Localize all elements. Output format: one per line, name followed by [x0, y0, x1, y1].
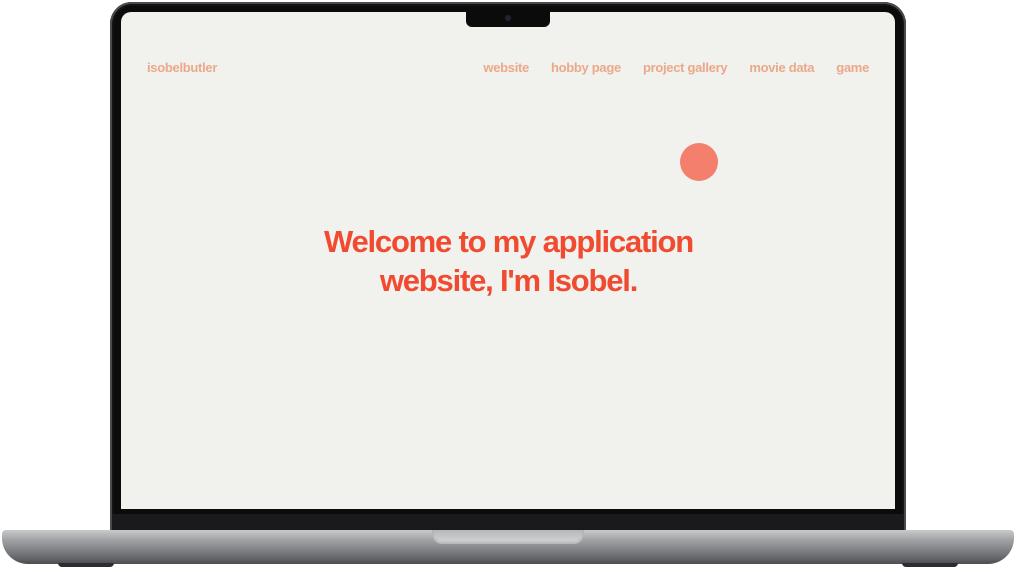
laptop-foot-right	[902, 563, 958, 567]
nav-link-movie-data[interactable]: movie data	[749, 60, 814, 75]
nav-link-game[interactable]: game	[836, 60, 869, 75]
browser-viewport: isobelbutler website hobby page project …	[121, 12, 895, 509]
nav-link-hobby-page[interactable]: hobby page	[551, 60, 621, 75]
site-logo-link[interactable]: isobelbutler	[147, 60, 217, 75]
camera-notch	[466, 11, 550, 27]
nav-link-website[interactable]: website	[483, 60, 529, 75]
decorative-circle	[680, 143, 718, 181]
nav-link-project-gallery[interactable]: project gallery	[643, 60, 728, 75]
hero-heading-line-2: website, I'm Isobel.	[379, 263, 638, 298]
hero-heading: Welcome to my application website, I'm I…	[281, 222, 736, 300]
hero-heading-line-1: Welcome to my application	[323, 224, 694, 259]
laptop-foot-left	[58, 563, 114, 567]
laptop-opening-groove	[432, 530, 584, 544]
main-nav: website hobby page project gallery movie…	[483, 60, 869, 75]
camera-icon	[505, 15, 511, 21]
